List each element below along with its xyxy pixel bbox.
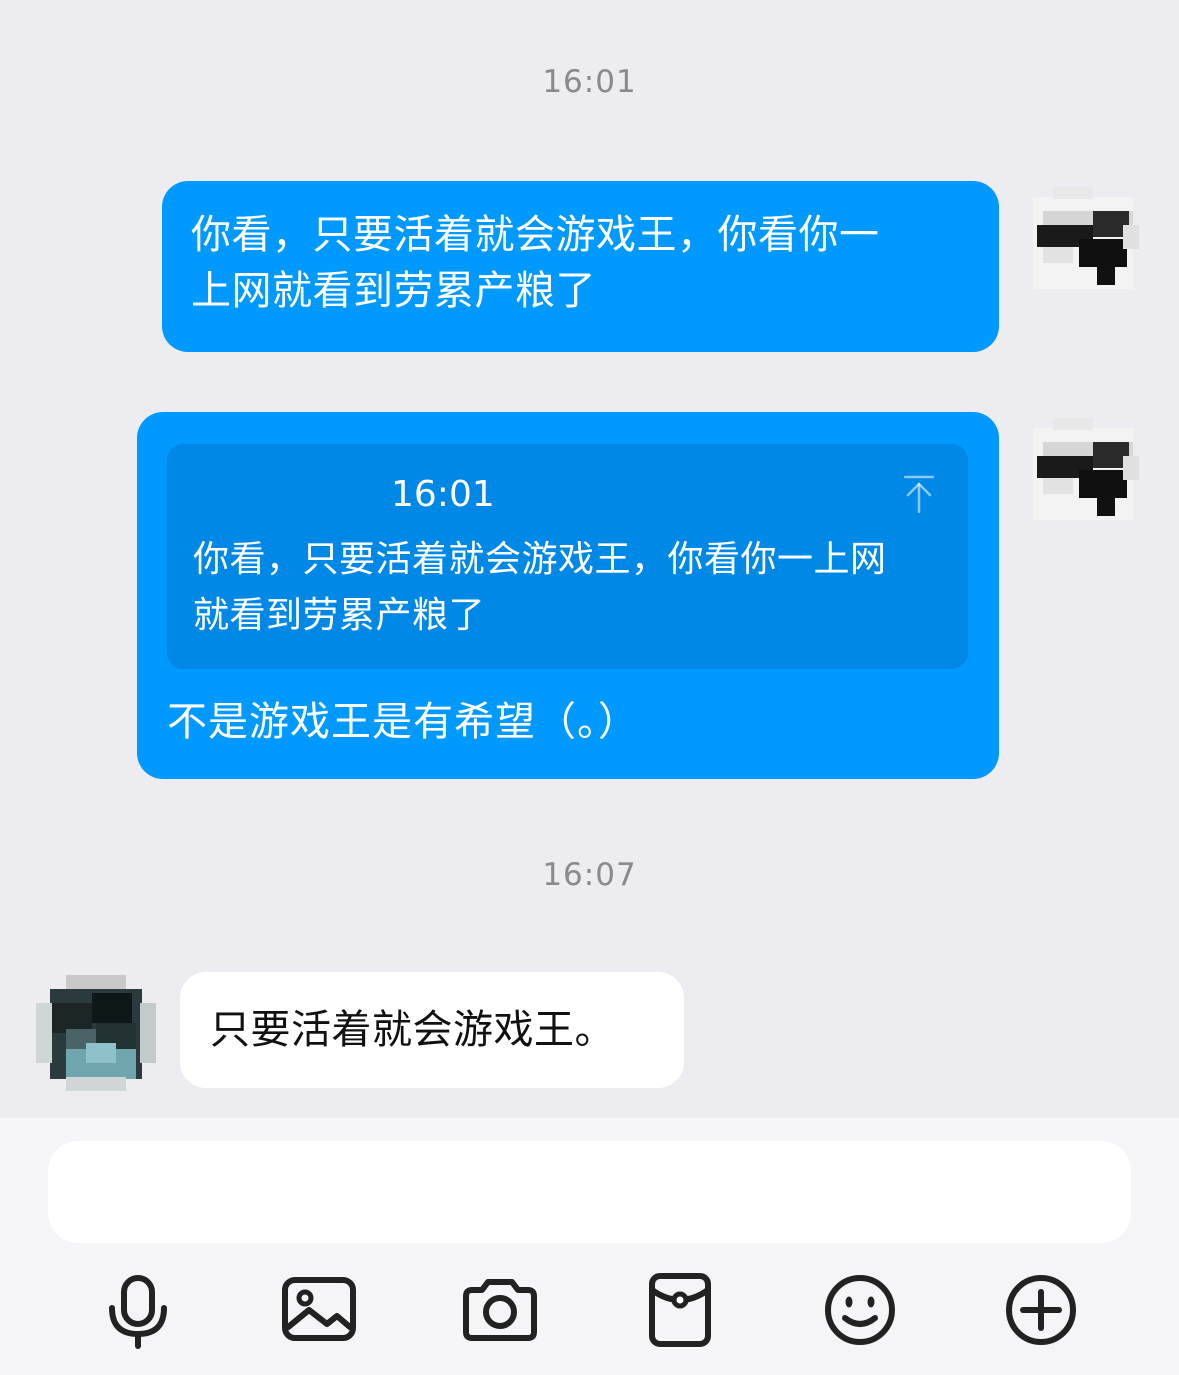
- quoted-timestamp: 16:01: [391, 474, 495, 515]
- plus-icon[interactable]: [1001, 1270, 1081, 1350]
- outgoing-message-bubble[interactable]: 你看，只要活着就会游戏王，你看你一 上网就看到劳累产粮了: [162, 181, 999, 352]
- image-icon[interactable]: [279, 1270, 359, 1350]
- own-avatar[interactable]: [1023, 181, 1143, 301]
- message-input[interactable]: [48, 1141, 1131, 1243]
- emoji-icon[interactable]: [820, 1270, 900, 1350]
- composer-panel: [0, 1118, 1179, 1375]
- quoted-message[interactable]: 16:01 你看，只要活着就会游戏王，你看你一上网 就看到劳累产粮了: [167, 444, 968, 669]
- message-text: 只要活着就会游戏王。: [210, 1007, 615, 1053]
- timestamp: 16:01: [542, 64, 637, 100]
- message-text: 不是游戏王是有希望（。）: [167, 699, 639, 745]
- chat-area[interactable]: 16:01 你看，只要活着就会游戏王，你看你一 上网就看到劳累产粮了 16:01…: [0, 0, 1179, 1118]
- microphone-icon[interactable]: [98, 1270, 178, 1350]
- red-packet-icon[interactable]: [640, 1270, 720, 1350]
- outgoing-reply-bubble[interactable]: 16:01 你看，只要活着就会游戏王，你看你一上网 就看到劳累产粮了 不是游戏王…: [137, 412, 999, 779]
- own-avatar[interactable]: [1023, 412, 1143, 532]
- incoming-message-bubble[interactable]: 只要活着就会游戏王。: [180, 972, 684, 1088]
- camera-icon[interactable]: [460, 1270, 540, 1350]
- message-text: 你看，只要活着就会游戏王，你看你一 上网就看到劳累产粮了: [191, 212, 880, 314]
- contact-avatar[interactable]: [36, 973, 156, 1093]
- timestamp: 16:07: [542, 857, 637, 893]
- jump-to-original-icon[interactable]: [902, 474, 936, 514]
- quoted-text: 你看，只要活着就会游戏王，你看你一上网 就看到劳累产粮了: [193, 539, 887, 636]
